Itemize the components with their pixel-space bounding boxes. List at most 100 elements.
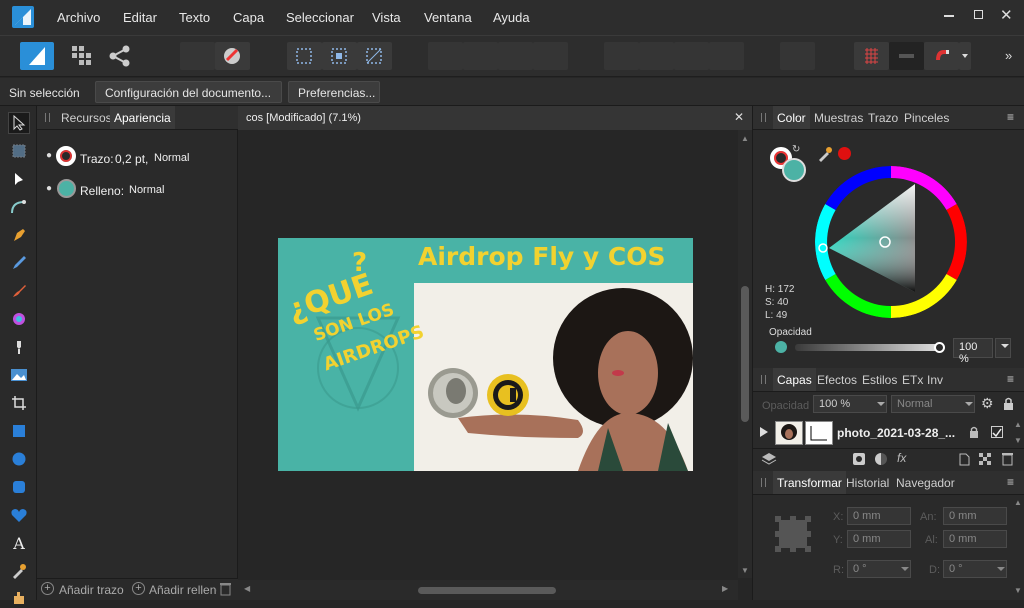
text-tool-icon[interactable]: A bbox=[8, 532, 30, 554]
menu-texto[interactable]: Texto bbox=[179, 10, 210, 25]
horizontal-scrollbar[interactable]: ◀ ▶ bbox=[238, 580, 738, 600]
close-document-icon[interactable]: ✕ bbox=[734, 110, 744, 124]
move-tool-icon[interactable] bbox=[8, 112, 30, 134]
menu-seleccionar[interactable]: Seleccionar bbox=[286, 10, 354, 25]
transform-scrollbar[interactable]: ▲ ▼ bbox=[1011, 496, 1024, 600]
node-tool-icon[interactable] bbox=[8, 168, 30, 190]
ellipse-tool-icon[interactable] bbox=[8, 448, 30, 470]
transparency-tool-icon[interactable] bbox=[8, 336, 30, 358]
add-stroke-button[interactable]: Añadir trazo bbox=[59, 583, 124, 597]
snapping-icon-3[interactable] bbox=[357, 42, 392, 70]
tab-trazo[interactable]: Trazo bbox=[864, 106, 902, 129]
fx-icon[interactable]: fx bbox=[897, 451, 906, 465]
pencil-tool-icon[interactable] bbox=[8, 252, 30, 274]
app-logo-icon[interactable] bbox=[12, 6, 34, 28]
menu-vista[interactable]: Vista bbox=[372, 10, 401, 25]
canvas-area[interactable]: cos [Modificado] (7.1%) ✕ Airdrop Fly y … bbox=[238, 106, 752, 600]
color-wheel[interactable] bbox=[815, 166, 967, 318]
opacity-slider[interactable] bbox=[795, 344, 941, 351]
toolbar-group-1[interactable] bbox=[180, 42, 215, 70]
snapping-icon-2[interactable] bbox=[322, 42, 357, 70]
snapping-magnet-icon[interactable] bbox=[924, 42, 959, 70]
pen-tool-icon[interactable] bbox=[8, 224, 30, 246]
width-input[interactable]: 0 mm bbox=[943, 507, 1007, 525]
layer-settings-gear-icon[interactable]: ⚙ bbox=[981, 395, 994, 412]
delete-layer-icon[interactable] bbox=[1002, 452, 1013, 466]
layer-row-lock-icon[interactable] bbox=[969, 426, 979, 438]
trash-icon[interactable] bbox=[220, 582, 231, 596]
guides-icon[interactable] bbox=[889, 42, 924, 70]
menu-ventana[interactable]: Ventana bbox=[424, 10, 472, 25]
snapping-icon-1[interactable] bbox=[287, 42, 322, 70]
layer-visibility-checkbox[interactable] bbox=[991, 426, 1003, 438]
layer-blend-dropdown[interactable]: Normal bbox=[891, 395, 975, 413]
layer-row[interactable]: photo_2021-03-28_... bbox=[753, 418, 1011, 448]
swap-colors-icon[interactable]: ↻ bbox=[792, 144, 800, 155]
add-fill-button[interactable]: Añadir relleno bbox=[149, 583, 217, 597]
adjustment-layer-icon[interactable] bbox=[875, 453, 887, 465]
height-input[interactable]: 0 mm bbox=[943, 530, 1007, 548]
boolean-divide-icon[interactable] bbox=[533, 42, 568, 70]
expand-layer-icon[interactable] bbox=[760, 427, 768, 437]
minimize-button[interactable] bbox=[944, 15, 954, 17]
fill-tool-icon[interactable] bbox=[8, 308, 30, 330]
preferences-button[interactable]: Preferencias... bbox=[288, 81, 380, 103]
add-fill-icon[interactable]: + bbox=[132, 582, 145, 595]
fill-color-swatch-icon[interactable] bbox=[782, 158, 806, 182]
pixel-persona-icon[interactable] bbox=[70, 44, 92, 69]
x-position-input[interactable]: 0 mm bbox=[847, 507, 911, 525]
panel-grip-icon[interactable] bbox=[761, 113, 766, 122]
align-top-icon[interactable] bbox=[709, 42, 744, 70]
document-tab[interactable]: cos [Modificado] (7.1%) ✕ bbox=[238, 106, 752, 130]
anchor-point-selector-icon[interactable] bbox=[775, 516, 811, 552]
stroke-swatch-icon[interactable] bbox=[56, 146, 76, 166]
mask-layer-icon[interactable] bbox=[853, 453, 865, 465]
vector-brush-tool-icon[interactable] bbox=[8, 280, 30, 302]
crop-tool-icon[interactable] bbox=[8, 392, 30, 414]
panel-menu-icon[interactable]: ≡ bbox=[1007, 475, 1014, 489]
assistant-icon[interactable] bbox=[215, 42, 250, 70]
add-stroke-icon[interactable]: + bbox=[41, 582, 54, 595]
opacity-dropdown-button[interactable] bbox=[995, 338, 1011, 358]
tab-estilos[interactable]: Estilos bbox=[858, 368, 901, 391]
toolbar-overflow-icon[interactable]: » bbox=[1005, 48, 1012, 63]
place-image-tool-icon[interactable] bbox=[8, 364, 30, 386]
stroke-width-value[interactable]: 0,2 pt, bbox=[115, 152, 148, 166]
document-setup-button[interactable]: Configuración del documento... bbox=[95, 81, 282, 103]
tab-pinceles[interactable]: Pinceles bbox=[900, 106, 953, 129]
artwork-image[interactable]: Airdrop Fly y COS ? ¿QUE SON LOS AIRDROP… bbox=[278, 238, 693, 471]
panel-grip-icon[interactable] bbox=[761, 478, 766, 487]
vertical-scrollbar[interactable]: ▲ ▼ bbox=[738, 130, 752, 578]
grid-icon[interactable] bbox=[854, 42, 889, 70]
artboard-tool-icon[interactable] bbox=[8, 140, 30, 162]
arrange-icon[interactable] bbox=[780, 42, 815, 70]
eyedropper-icon[interactable] bbox=[817, 146, 833, 162]
menu-archivo[interactable]: Archivo bbox=[57, 10, 100, 25]
tab-transformar[interactable]: Transformar bbox=[773, 471, 846, 494]
vertical-scroll-thumb[interactable] bbox=[741, 286, 749, 422]
panel-menu-icon[interactable]: ≡ bbox=[1007, 372, 1014, 386]
opacity-input[interactable]: 100 % bbox=[953, 338, 993, 365]
snapping-dropdown-button[interactable] bbox=[959, 42, 971, 70]
tab-historial[interactable]: Historial bbox=[842, 471, 893, 494]
horizontal-scroll-thumb[interactable] bbox=[418, 587, 556, 594]
panel-menu-icon[interactable]: ≡ bbox=[1007, 110, 1014, 124]
restore-button[interactable] bbox=[974, 10, 983, 19]
layers-stack-icon[interactable] bbox=[761, 452, 777, 466]
add-layer-icon[interactable] bbox=[959, 453, 970, 466]
corner-tool-icon[interactable] bbox=[8, 196, 30, 218]
boolean-subtract-icon[interactable] bbox=[463, 42, 498, 70]
layer-opacity-dropdown[interactable]: 100 % bbox=[813, 395, 887, 413]
menu-editar[interactable]: Editar bbox=[123, 10, 157, 25]
rounded-rectangle-tool-icon[interactable] bbox=[8, 476, 30, 498]
layer-name[interactable]: photo_2021-03-28_... bbox=[837, 426, 955, 440]
color-picker-tool-icon[interactable] bbox=[8, 560, 30, 582]
rectangle-tool-icon[interactable] bbox=[8, 420, 30, 442]
tab-recursos[interactable]: Recursos bbox=[57, 106, 116, 129]
align-right-icon[interactable] bbox=[674, 42, 709, 70]
last-color-swatch-icon[interactable] bbox=[838, 147, 851, 160]
tab-navegador[interactable]: Navegador bbox=[892, 471, 959, 494]
boolean-add-icon[interactable] bbox=[428, 42, 463, 70]
layer-lock-icon[interactable] bbox=[1003, 397, 1014, 410]
close-window-button[interactable]: ✕ bbox=[1000, 6, 1013, 24]
